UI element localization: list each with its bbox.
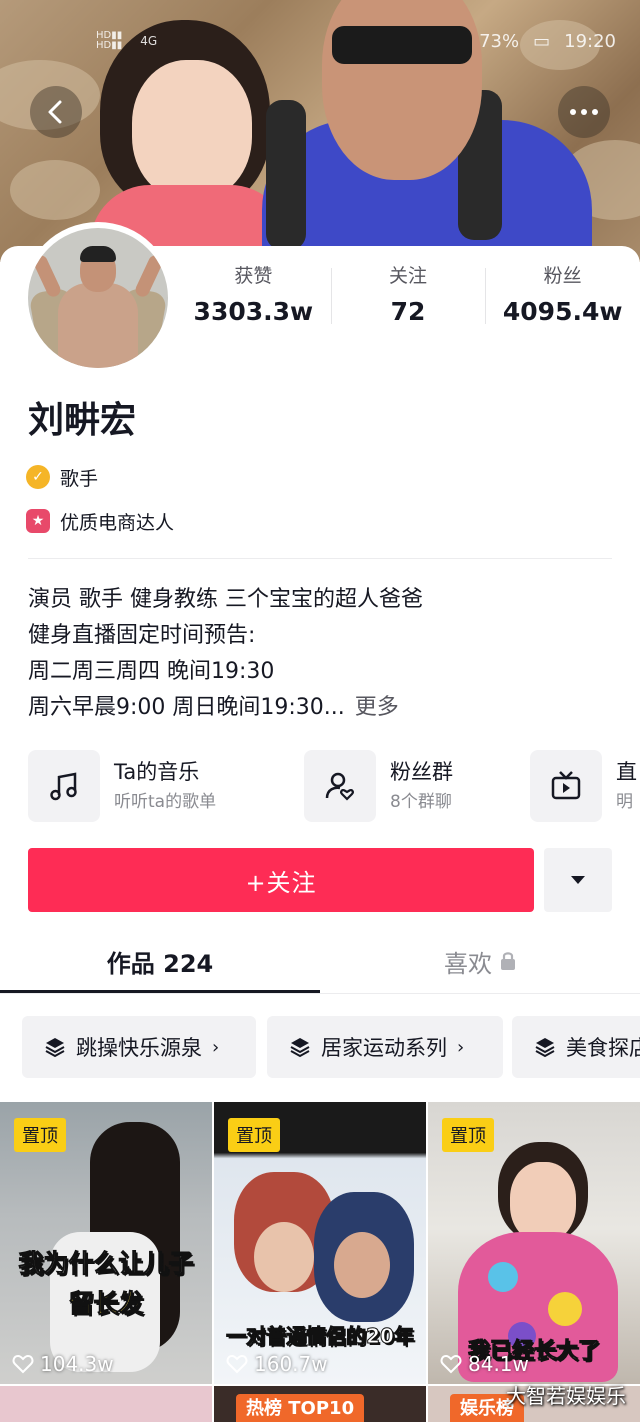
video-grid: 置顶 我为什么让儿子 留长发 104.3w 置顶 一对普通情侣的20年 160.…	[0, 1102, 640, 1422]
video-caption: 一对普通情侣的20年	[226, 1324, 415, 1349]
heart-icon	[12, 1354, 34, 1374]
bio-line: 周二周三周四 晚间19:30	[28, 659, 275, 684]
bio-line-last: 周六早晨9:00 周日晚间19:30... 更多	[28, 690, 628, 726]
stack-icon	[290, 1038, 310, 1058]
heart-icon	[440, 1354, 462, 1374]
more-options-button[interactable]	[558, 86, 610, 138]
caret-down-icon	[571, 876, 585, 884]
tv-icon	[530, 750, 602, 822]
entry-live[interactable]: 直 明	[530, 750, 637, 822]
collection-label: 跳操快乐源泉	[76, 1036, 202, 1060]
divider	[28, 558, 612, 559]
watermark: 大智若娱娱乐	[506, 1384, 626, 1408]
stat-likes[interactable]: 获赞 3303.3w	[176, 262, 331, 332]
stat-label: 关注	[389, 265, 428, 287]
tag-label: 歌手	[60, 467, 99, 490]
video-likes: 84.1w	[440, 1352, 529, 1376]
back-arrow-icon	[48, 100, 62, 124]
network-label: 4G	[140, 34, 158, 48]
stat-value: 4095.4w	[502, 297, 623, 326]
avatar[interactable]	[22, 222, 174, 374]
stat-label: 获赞	[234, 265, 273, 287]
stack-icon	[45, 1038, 65, 1058]
pinned-badge: 置顶	[14, 1118, 66, 1152]
recommend-dropdown-button[interactable]	[544, 848, 612, 912]
video-thumbnail[interactable]	[0, 1386, 212, 1422]
active-tab-indicator	[0, 990, 320, 993]
music-note-icon	[28, 750, 100, 822]
follow-button[interactable]: +关注	[28, 848, 534, 912]
status-bar: HD▮▮ HD▮▮ 4G 73% ▭ 19:20	[96, 26, 616, 56]
battery-icon: ▭	[533, 30, 551, 52]
tab-works[interactable]: 作品 224	[0, 930, 320, 992]
video-thumbnail[interactable]: 置顶 一对普通情侣的20年 160.7w	[214, 1102, 426, 1384]
video-label: 热榜 TOP10	[236, 1394, 365, 1422]
cover-girl-figure	[90, 20, 290, 262]
stat-label: 粉丝	[543, 265, 582, 287]
tab-likes[interactable]: 喜欢	[320, 930, 640, 992]
lock-icon	[501, 952, 515, 970]
avatar-photo	[28, 228, 168, 368]
content-tabs: 作品 224 喜欢	[0, 930, 640, 994]
more-dots-icon	[570, 109, 598, 115]
chevron-right-icon: ›	[457, 1036, 465, 1058]
heart-icon	[226, 1354, 248, 1374]
entry-title: 直	[616, 760, 637, 784]
bio-line: 周六早晨9:00 周日晚间19:30...	[28, 695, 345, 720]
signal-icon: HD▮▮ HD▮▮	[96, 30, 123, 51]
collection-chip[interactable]: 美食探店	[512, 1016, 640, 1078]
star-badge-icon: ★	[26, 509, 50, 533]
stat-value: 3303.3w	[193, 297, 314, 326]
entry-title: 粉丝群	[390, 760, 453, 784]
video-likes: 160.7w	[226, 1352, 328, 1376]
collection-chip[interactable]: 居家运动系列 ›	[267, 1016, 503, 1078]
verified-check-icon: ✓	[26, 465, 50, 489]
entry-title: Ta的音乐	[114, 760, 200, 784]
stat-following[interactable]: 关注 72	[330, 262, 486, 332]
bio-more-link[interactable]: 更多	[355, 695, 399, 720]
profile-name: 刘畊宏	[28, 400, 137, 441]
video-likes: 104.3w	[12, 1352, 114, 1376]
entry-subtitle: 明	[616, 792, 633, 812]
tag-label: 优质电商达人	[60, 511, 175, 534]
stat-value: 72	[390, 297, 426, 326]
video-caption: 我为什么让儿子	[18, 1249, 194, 1279]
back-button[interactable]	[30, 86, 82, 138]
video-thumbnail[interactable]: 置顶 我为什么让儿子 留长发 104.3w	[0, 1102, 212, 1384]
entry-fan-group[interactable]: 粉丝群 8个群聊	[304, 750, 453, 822]
collections-row: 跳操快乐源泉 › 居家运动系列 › 美食探店	[22, 1016, 640, 1078]
entry-music[interactable]: Ta的音乐 听听ta的歌单	[28, 750, 216, 822]
clock: 19:20	[564, 30, 616, 52]
likes-count: 84.1w	[468, 1352, 529, 1376]
pinned-badge: 置顶	[228, 1118, 280, 1152]
profile-entries: Ta的音乐 听听ta的歌单 粉丝群 8个群聊 直 明	[28, 750, 640, 826]
collection-chip[interactable]: 跳操快乐源泉 ›	[22, 1016, 256, 1078]
bio-line: 健身直播固定时间预告:	[28, 623, 256, 648]
chevron-right-icon: ›	[212, 1036, 220, 1058]
profile-stats: 获赞 3303.3w 关注 72 粉丝 4095.4w	[176, 262, 640, 332]
bio-line: 演员 歌手 健身教练 三个宝宝的超人爸爸	[28, 587, 423, 612]
likes-count: 160.7w	[254, 1352, 328, 1376]
pinned-badge: 置顶	[442, 1118, 494, 1152]
video-thumbnail[interactable]: 热榜 TOP10	[214, 1386, 426, 1422]
fan-group-icon	[304, 750, 376, 822]
battery-percent: 73%	[479, 30, 520, 52]
tag-ecommerce[interactable]: ★ 优质电商达人	[26, 506, 174, 536]
tab-label: 喜欢	[444, 949, 492, 978]
collection-label: 美食探店	[566, 1036, 640, 1060]
tag-singer: ✓ 歌手	[26, 462, 98, 492]
video-caption: 留长发	[68, 1289, 144, 1319]
entry-subtitle: 8个群聊	[390, 792, 452, 812]
collection-label: 居家运动系列	[321, 1036, 447, 1060]
entry-subtitle: 听听ta的歌单	[114, 792, 217, 812]
stack-icon	[535, 1038, 555, 1058]
stat-followers[interactable]: 粉丝 4095.4w	[485, 262, 640, 332]
likes-count: 104.3w	[40, 1352, 114, 1376]
video-thumbnail[interactable]: 置顶 我已经长大了 84.1w	[428, 1102, 640, 1384]
